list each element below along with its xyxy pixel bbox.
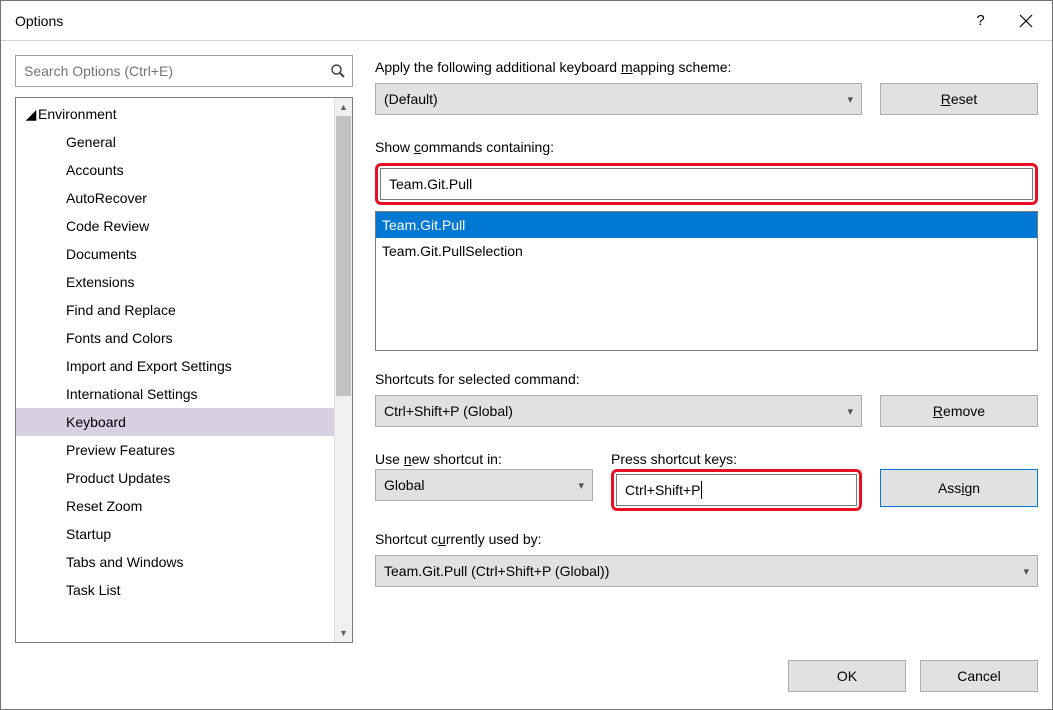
content-area: ◢ Environment General Accounts AutoRecov… — [1, 41, 1052, 643]
close-button[interactable] — [1003, 3, 1048, 39]
reset-button[interactable]: Reset — [880, 83, 1038, 115]
scroll-down-icon[interactable]: ▼ — [335, 624, 352, 642]
dropdown-value: Global — [384, 477, 424, 493]
dialog-footer: OK Cancel — [1, 643, 1052, 709]
close-icon — [1019, 14, 1033, 28]
mapping-scheme-dropdown[interactable]: (Default) ▾ — [375, 83, 862, 115]
tree-item-label: Documents — [66, 246, 137, 262]
tree-item-label: AutoRecover — [66, 190, 147, 206]
show-commands-label: Show commands containing: — [375, 139, 1038, 155]
tree-item-label: International Settings — [66, 386, 198, 402]
tree-item-startup[interactable]: Startup — [16, 520, 334, 548]
tree-item-extensions[interactable]: Extensions — [16, 268, 334, 296]
tree-item-importexport[interactable]: Import and Export Settings — [16, 352, 334, 380]
tree-item-tasklist[interactable]: Task List — [16, 576, 334, 604]
tree-item-label: Environment — [38, 106, 117, 122]
chevron-down-icon: ▾ — [847, 405, 853, 418]
shortcuts-dropdown[interactable]: Ctrl+Shift+P (Global) ▾ — [375, 395, 862, 427]
tree-item-tabswindows[interactable]: Tabs and Windows — [16, 548, 334, 576]
tree-item-label: Code Review — [66, 218, 149, 234]
dropdown-value: Ctrl+Shift+P (Global) — [384, 403, 513, 419]
tree-item-environment[interactable]: ◢ Environment — [16, 100, 334, 128]
titlebar: Options ? — [1, 1, 1052, 41]
tree-item-productupdates[interactable]: Product Updates — [16, 464, 334, 492]
left-pane: ◢ Environment General Accounts AutoRecov… — [15, 55, 353, 643]
ok-button[interactable]: OK — [788, 660, 906, 692]
text-cursor — [701, 481, 702, 499]
tree-item-accounts[interactable]: Accounts — [16, 156, 334, 184]
tree-item-label: Product Updates — [66, 470, 170, 486]
chevron-down-icon: ▾ — [578, 479, 584, 492]
list-item-label: Team.Git.Pull — [382, 217, 465, 233]
tree-item-label: Keyboard — [66, 414, 126, 430]
search-input[interactable] — [22, 62, 330, 80]
tree-item-label: Reset Zoom — [66, 498, 142, 514]
tree-item-resetzoom[interactable]: Reset Zoom — [16, 492, 334, 520]
show-commands-highlight: Team.Git.Pull — [375, 163, 1038, 205]
search-options-box[interactable] — [15, 55, 353, 87]
tree-item-label: Import and Export Settings — [66, 358, 232, 374]
list-item[interactable]: Team.Git.Pull — [376, 212, 1037, 238]
tree-item-international[interactable]: International Settings — [16, 380, 334, 408]
tree-item-autorecover[interactable]: AutoRecover — [16, 184, 334, 212]
right-pane: Apply the following additional keyboard … — [375, 55, 1038, 643]
use-new-shortcut-dropdown[interactable]: Global ▾ — [375, 469, 593, 501]
tree-item-keyboard[interactable]: Keyboard — [16, 408, 334, 436]
tree-item-label: Find and Replace — [66, 302, 176, 318]
search-icon — [330, 63, 346, 79]
tree-item-label: Tabs and Windows — [66, 554, 184, 570]
tree-item-codereview[interactable]: Code Review — [16, 212, 334, 240]
tree-item-documents[interactable]: Documents — [16, 240, 334, 268]
shortcuts-label: Shortcuts for selected command: — [375, 371, 1038, 387]
input-value: Ctrl+Shift+P — [625, 482, 700, 498]
press-shortcut-highlight: Ctrl+Shift+P — [611, 469, 862, 511]
window-title: Options — [15, 13, 63, 29]
tree-item-previewfeatures[interactable]: Preview Features — [16, 436, 334, 464]
collapse-icon: ◢ — [24, 106, 38, 123]
tree-item-label: General — [66, 134, 116, 150]
tree-item-label: Startup — [66, 526, 111, 542]
cancel-button[interactable]: Cancel — [920, 660, 1038, 692]
press-shortcut-label: Press shortcut keys: — [611, 451, 862, 467]
titlebar-buttons: ? — [958, 3, 1048, 39]
list-item[interactable]: Team.Git.PullSelection — [376, 238, 1037, 264]
input-value: Team.Git.Pull — [389, 176, 472, 192]
scroll-thumb[interactable] — [336, 116, 351, 396]
options-dialog: Options ? ◢ Environment General A — [0, 0, 1053, 710]
tree-item-label: Task List — [66, 582, 120, 598]
help-button[interactable]: ? — [958, 3, 1003, 39]
tree-item-label: Fonts and Colors — [66, 330, 173, 346]
currently-used-by-dropdown[interactable]: Team.Git.Pull (Ctrl+Shift+P (Global)) ▾ — [375, 555, 1038, 587]
mapping-scheme-label: Apply the following additional keyboard … — [375, 59, 1038, 75]
tree-scrollbar[interactable]: ▲ ▼ — [334, 98, 352, 642]
press-shortcut-input[interactable]: Ctrl+Shift+P — [616, 474, 857, 506]
assign-button[interactable]: Assign — [880, 469, 1038, 507]
dropdown-value: Team.Git.Pull (Ctrl+Shift+P (Global)) — [384, 563, 609, 579]
tree-item-fontscolors[interactable]: Fonts and Colors — [16, 324, 334, 352]
tree-item-label: Accounts — [66, 162, 124, 178]
tree-item-label: Preview Features — [66, 442, 175, 458]
tree-list[interactable]: ◢ Environment General Accounts AutoRecov… — [16, 98, 334, 642]
tree-item-general[interactable]: General — [16, 128, 334, 156]
currently-used-by-label: Shortcut currently used by: — [375, 531, 1038, 547]
show-commands-input[interactable]: Team.Git.Pull — [380, 168, 1033, 200]
dropdown-value: (Default) — [384, 91, 438, 107]
chevron-down-icon: ▾ — [847, 93, 853, 106]
commands-listbox[interactable]: Team.Git.Pull Team.Git.PullSelection — [375, 211, 1038, 351]
tree-item-label: Extensions — [66, 274, 134, 290]
chevron-down-icon: ▾ — [1023, 565, 1029, 578]
remove-button[interactable]: Remove — [880, 395, 1038, 427]
category-tree: ◢ Environment General Accounts AutoRecov… — [15, 97, 353, 643]
use-new-shortcut-label: Use new shortcut in: — [375, 451, 593, 467]
list-item-label: Team.Git.PullSelection — [382, 243, 523, 259]
scroll-up-icon[interactable]: ▲ — [335, 98, 352, 116]
tree-item-findreplace[interactable]: Find and Replace — [16, 296, 334, 324]
